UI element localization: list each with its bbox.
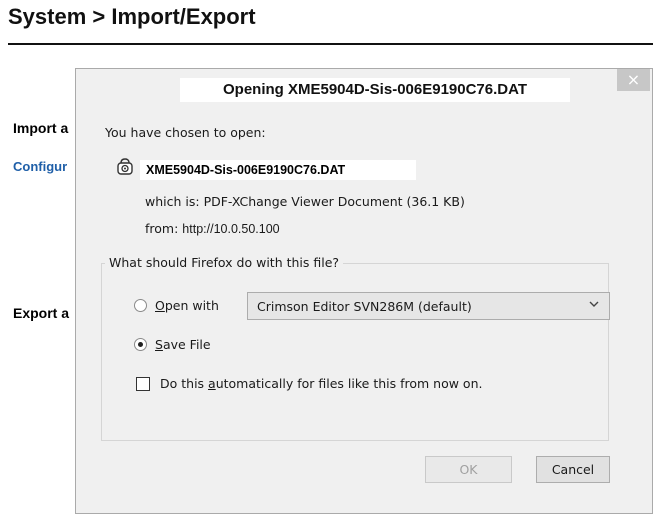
download-dialog: Opening XME5904D-Sis-006E9190C76.DAT × Y… bbox=[75, 68, 653, 514]
configuration-link[interactable]: Configur bbox=[13, 159, 67, 174]
cancel-button[interactable]: Cancel bbox=[536, 456, 610, 483]
source-url: http://10.0.50.100 bbox=[182, 222, 280, 236]
export-section-label: Export a bbox=[13, 305, 70, 321]
open-with-label-rest: pen with bbox=[164, 298, 219, 313]
save-file-label-rest: ave File bbox=[162, 337, 211, 352]
save-file-accel: S bbox=[155, 337, 163, 352]
open-with-app-select[interactable]: Crimson Editor SVN286M (default) bbox=[247, 292, 610, 320]
source-row: from: http://10.0.50.100 bbox=[145, 221, 280, 236]
action-question: What should Firefox do with this file? bbox=[105, 255, 344, 270]
filename: XME5904D-Sis-006E9190C76.DAT bbox=[140, 160, 416, 180]
which-is-label: which is: bbox=[145, 194, 200, 209]
open-with-radio[interactable] bbox=[134, 299, 147, 312]
save-file-radio[interactable] bbox=[134, 338, 147, 351]
chosen-to-open-text: You have chosen to open: bbox=[105, 125, 266, 140]
page-title: System > Import/Export bbox=[8, 4, 256, 29]
radio-selected-dot bbox=[138, 342, 143, 347]
ok-button[interactable]: OK bbox=[425, 456, 512, 483]
auto-label[interactable]: Do this automatically for files like thi… bbox=[160, 376, 482, 391]
open-with-app-value: Crimson Editor SVN286M (default) bbox=[257, 299, 472, 314]
chevron-down-icon bbox=[589, 301, 599, 307]
file-type-value: PDF-XChange Viewer Document (36.1 KB) bbox=[203, 194, 465, 209]
from-label: from: bbox=[145, 221, 179, 236]
close-button[interactable]: × bbox=[617, 69, 650, 91]
open-with-accel: O bbox=[155, 298, 165, 313]
dialog-title: Opening XME5904D-Sis-006E9190C76.DAT bbox=[180, 78, 570, 102]
file-type-row: which is: PDF-XChange Viewer Document (3… bbox=[145, 194, 465, 209]
close-icon: × bbox=[626, 70, 641, 89]
auto-accel: a bbox=[208, 376, 216, 391]
save-file-label[interactable]: Save File bbox=[155, 337, 211, 352]
auto-label-pre: Do this bbox=[160, 376, 209, 391]
action-groupbox bbox=[101, 263, 609, 441]
open-with-label[interactable]: Open with bbox=[155, 298, 219, 313]
auto-checkbox[interactable] bbox=[136, 377, 150, 391]
import-section-label: Import a bbox=[13, 120, 69, 136]
title-divider bbox=[8, 43, 653, 45]
auto-label-post: utomatically for files like this from no… bbox=[215, 376, 483, 391]
file-type-icon bbox=[117, 158, 133, 175]
dialog-titlebar[interactable]: Opening XME5904D-Sis-006E9190C76.DAT × bbox=[76, 69, 652, 109]
